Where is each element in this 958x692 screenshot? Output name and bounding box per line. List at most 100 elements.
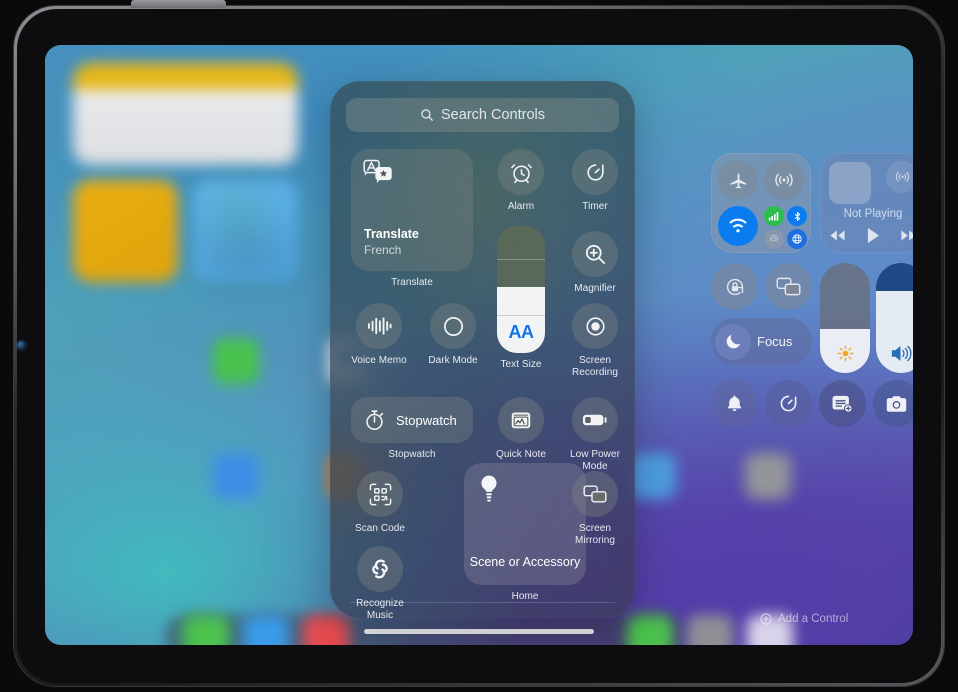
hotspot-toggle[interactable] [764, 229, 784, 249]
gallery-tile-screen-mirroring[interactable]: Screen Mirroring [565, 471, 625, 546]
cellular-toggle[interactable] [764, 206, 784, 226]
home-indicator[interactable] [364, 629, 594, 634]
quick-note-label: Quick Note [496, 449, 546, 460]
quick-note-button[interactable] [498, 397, 544, 443]
dock-icon-music[interactable] [303, 615, 349, 645]
sun-icon [836, 344, 855, 363]
text-size-slider[interactable]: AA [497, 226, 545, 353]
gallery-tile-recognize-music[interactable]: Recognize Music [346, 546, 414, 618]
focus-toggle[interactable]: Focus [711, 318, 812, 365]
bluetooth-toggle[interactable] [787, 206, 807, 226]
magnifier-button[interactable] [572, 231, 618, 277]
side-indicator-light [17, 341, 26, 350]
stopwatch-button[interactable]: Stopwatch [351, 397, 473, 443]
gallery-tile-timer[interactable]: Timer [567, 149, 623, 213]
app-icon-appstore[interactable] [213, 453, 259, 499]
text-size-label: Text Size [500, 359, 542, 370]
dock-icon-messages[interactable] [183, 615, 229, 645]
ipad-device: Not Playing Focus Add a Control Search C… [0, 0, 958, 692]
brightness-fill [820, 329, 870, 373]
stopwatch-icon [362, 408, 387, 433]
airplane-icon [728, 170, 749, 191]
vpn-toggle[interactable] [787, 229, 807, 249]
volume-fill [876, 290, 913, 373]
gallery-tile-alarm[interactable]: Alarm [493, 149, 549, 213]
recognize-music-button[interactable] [357, 546, 403, 592]
home-widget-calendar [73, 63, 298, 165]
volume-slider[interactable] [876, 263, 913, 373]
airdrop-toggle[interactable] [764, 160, 804, 200]
screen-mirroring-label: Screen Mirroring [575, 523, 615, 546]
gallery-tile-voice-memo[interactable]: Voice Memo [344, 303, 414, 367]
rewind-icon[interactable] [829, 229, 846, 242]
wifi-toggle[interactable] [718, 206, 758, 246]
screen-recording-button[interactable] [572, 303, 618, 349]
text-size-fill [497, 286, 545, 353]
timer-icon [583, 160, 608, 185]
dark-mode-label: Dark Mode [428, 355, 478, 366]
dock-icon-safari[interactable] [243, 615, 289, 645]
screen-mirroring-toggle[interactable] [765, 263, 812, 310]
stopwatch-label: Stopwatch [388, 449, 436, 460]
app-icon-messages[interactable] [213, 338, 259, 384]
text-size-tick-3 [497, 314, 545, 316]
wifi-icon [727, 215, 749, 237]
voice-memo-button[interactable] [356, 303, 402, 349]
translate-tile-body[interactable]: Translate French [351, 149, 473, 271]
screen-mirroring-button[interactable] [572, 471, 618, 517]
battery-low-icon [582, 412, 608, 428]
connectivity-module [711, 153, 811, 253]
widget-footer-bar [205, 245, 287, 267]
plus-circle-icon [760, 613, 772, 625]
gallery-tile-dark-mode[interactable]: Dark Mode [418, 303, 488, 367]
qr-scan-icon [368, 482, 393, 507]
airplay-button[interactable] [886, 161, 913, 193]
translate-tile-title: Translate [364, 227, 419, 241]
media-status-text: Not Playing [843, 208, 903, 220]
bluetooth-icon [792, 211, 803, 222]
brightness-slider[interactable] [820, 263, 870, 373]
gallery-tile-stopwatch[interactable]: Stopwatch Stopwatch [351, 397, 473, 461]
rotation-lock-toggle[interactable] [711, 263, 758, 310]
play-icon[interactable] [866, 227, 880, 244]
screen-mirroring-icon [775, 275, 802, 298]
low-power-mode-button[interactable] [572, 397, 618, 443]
translate-label: Translate [391, 277, 433, 288]
scan-code-button[interactable] [357, 471, 403, 517]
fast-forward-icon[interactable] [900, 229, 913, 242]
quick-note-plus-icon [831, 394, 854, 414]
airplane-mode-toggle[interactable] [718, 160, 758, 200]
gallery-tile-screen-recording[interactable]: Screen Recording [565, 303, 625, 378]
add-a-control-label: Add a Control [778, 613, 849, 625]
camera-button[interactable] [873, 380, 913, 427]
timer-button[interactable] [765, 380, 812, 427]
timer-button[interactable] [572, 149, 618, 195]
gallery-tile-magnifier[interactable]: Magnifier [567, 231, 623, 295]
gallery-tile-text-size[interactable]: AA Text Size [493, 226, 549, 371]
voice-memo-label: Voice Memo [351, 355, 407, 366]
control-center-cluster: Not Playing Focus Add a Control [660, 108, 913, 625]
gallery-tile-quick-note[interactable]: Quick Note [493, 397, 549, 461]
silent-mode-button[interactable] [711, 380, 758, 427]
ipad-screen: Not Playing Focus Add a Control Search C… [45, 45, 913, 645]
quick-note-button[interactable] [819, 380, 866, 427]
top-button[interactable] [131, 0, 226, 8]
screen-mirroring-icon [582, 483, 608, 505]
record-icon [583, 314, 608, 339]
gallery-bottom-divider [350, 601, 615, 602]
airplay-audio-icon [893, 168, 912, 187]
gallery-tile-low-power-mode[interactable]: Low Power Mode [562, 397, 628, 472]
dark-mode-button[interactable] [430, 303, 476, 349]
text-size-aa-icon: AA [508, 322, 535, 342]
speaker-waves-icon [890, 344, 912, 363]
magnifier-label: Magnifier [574, 283, 616, 294]
translate-tile-subtitle: French [364, 243, 402, 257]
scene-or-accessory-tile-title: Scene or Accessory [469, 555, 581, 569]
gallery-tile-scan-code[interactable]: Scan Code [349, 471, 411, 535]
media-playback-module: Not Playing [820, 153, 913, 253]
search-controls-field[interactable]: Search Controls [346, 98, 619, 132]
gallery-tile-translate[interactable]: Translate French Translate [351, 149, 473, 289]
alarm-button[interactable] [498, 149, 544, 195]
airdrop-icon [773, 169, 795, 191]
add-a-control-button[interactable]: Add a Control [760, 613, 848, 625]
